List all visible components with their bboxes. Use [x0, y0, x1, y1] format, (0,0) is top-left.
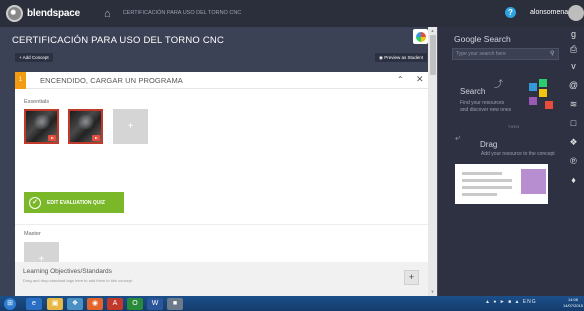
print-icon[interactable]: ⎙ — [568, 44, 579, 55]
concept-title[interactable]: ENCENDIDO, CARGAR UN PROGRAMA — [40, 76, 183, 85]
ie-icon[interactable]: e — [26, 297, 42, 310]
concept-card-header: 1 ENCENDIDO, CARGAR UN PROGRAMA ⌃ ✕ — [15, 72, 428, 89]
lesson-thumbnail-icon — [415, 31, 426, 42]
curved-arrow-back-icon: ⤶ — [455, 132, 461, 142]
resource-thumbnail[interactable] — [68, 109, 103, 144]
lesson-thumbnail[interactable] — [413, 29, 428, 44]
learning-objectives-title: Learning Objectives/Standards — [23, 268, 112, 275]
breadcrumb[interactable]: CERTIFICACIÓN PARA USO DEL TORNO CNC — [123, 10, 242, 17]
start-button-icon[interactable]: ⊞ — [4, 297, 16, 310]
help-icon[interactable]: ? — [505, 7, 516, 18]
logo-mark-icon — [6, 5, 23, 22]
scroll-up-icon[interactable]: ▲ — [429, 28, 436, 33]
hint-drag-text: Add your resource to the concept — [481, 151, 555, 157]
windows-taskbar: ⊞ e ▣ ❖ ◉ A O W ■ ▲ ● ► ■ ▲ ENG 14:06 14… — [0, 296, 584, 311]
video-play-icon — [48, 135, 56, 141]
main-scrollbar[interactable]: ▲ ▼ — [428, 27, 437, 296]
chrome-icon[interactable]: ◉ — [87, 297, 103, 310]
clock-time: 14:06 — [568, 297, 579, 302]
preview-label: Preview as Student — [384, 55, 423, 60]
search-panel: Google Search Type your search here ⚲ Se… — [437, 27, 563, 296]
brand-name: blendspace — [27, 8, 81, 19]
search-icon[interactable]: ⚲ — [550, 49, 554, 59]
main-area: CERTIFICACIÓN PARA USO DEL TORNO CNC + A… — [0, 27, 428, 296]
learning-objectives-bar: Learning Objectives/Standards Drag and d… — [15, 262, 428, 296]
tools-icon[interactable]: ❖ — [67, 297, 83, 310]
app-icon[interactable]: ■ — [167, 297, 183, 310]
word-icon[interactable]: W — [147, 297, 163, 310]
add-concept-button[interactable]: + Add Concept — [15, 53, 53, 62]
breadcrumb-label: CERTIFICACIÓN PARA USO DEL TORNO CNC — [122, 10, 242, 17]
hint-search-text: Find your resources and discover new one… — [460, 100, 511, 113]
link-icon[interactable]: ≋ — [568, 99, 579, 110]
quiz-label: EDIT EVALUATION QUIZ — [47, 199, 105, 206]
clock[interactable]: 14:06 14/07/2015 — [563, 297, 583, 309]
divider — [15, 224, 428, 225]
acrobat-icon[interactable]: A — [107, 297, 123, 310]
home-icon[interactable]: ⌂ — [104, 8, 111, 20]
at-icon[interactable]: @ — [568, 80, 579, 91]
search-placeholder: Type your search here — [456, 51, 506, 57]
hint-drag-title: Drag — [480, 140, 498, 149]
username[interactable]: alonsomena — [530, 9, 568, 16]
learning-objectives-hint: Drag and drop standard tags here to add … — [23, 278, 133, 283]
edmodo-icon[interactable]: ℗ — [568, 156, 579, 167]
search-input[interactable]: Type your search here ⚲ — [452, 48, 559, 60]
essentials-label: Essentials — [24, 99, 50, 105]
add-resource-slot[interactable]: + — [113, 109, 148, 144]
curved-arrow-icon: ⤴ — [494, 79, 504, 89]
blendspace-logo[interactable]: blendspace — [6, 5, 80, 22]
master-label: Master — [24, 231, 41, 237]
tag-icon[interactable]: ♦ — [568, 175, 579, 186]
source-toolbar: g ⎙ v @ ≋ □ ❖ ℗ ♦ — [563, 27, 584, 296]
edit-evaluation-quiz-button[interactable]: ✓ EDIT EVALUATION QUIZ — [24, 192, 124, 213]
chevron-up-icon[interactable]: ⌃ — [397, 75, 404, 84]
add-standard-button[interactable]: + — [404, 270, 419, 285]
hint-search-line: Find your resources — [460, 100, 505, 106]
preview-as-student-button[interactable]: ◉ Preview as Student — [375, 53, 427, 62]
scroll-thumb[interactable] — [429, 35, 436, 75]
vimeo-icon[interactable]: v — [568, 61, 579, 72]
outlook-icon[interactable]: O — [127, 297, 143, 310]
google-icon[interactable]: g — [568, 29, 579, 40]
page-title: CERTIFICACIÓN PARA USO DEL TORNO CNC — [12, 35, 225, 46]
top-bar: blendspace ⌂ CERTIFICACIÓN PARA USO DEL … — [0, 0, 584, 27]
close-icon[interactable]: ✕ — [416, 74, 424, 85]
clock-date: 14/07/2015 — [563, 303, 584, 308]
concept-card: 1 ENCENDIDO, CARGAR UN PROGRAMA ⌃ ✕ Esse… — [15, 72, 428, 296]
avatar[interactable] — [568, 5, 584, 21]
system-tray[interactable]: ▲ ● ► ■ ▲ ENG — [485, 299, 537, 305]
video-play-icon — [92, 135, 100, 141]
language-indicator[interactable]: ENG — [523, 299, 537, 305]
search-panel-title: Google Search — [454, 34, 511, 44]
dropbox-icon[interactable]: ❖ — [568, 137, 579, 148]
folder-icon[interactable]: ▣ — [47, 297, 63, 310]
concept-number-badge: 1 — [15, 72, 26, 89]
file-icon[interactable]: □ — [568, 118, 579, 129]
check-icon: ✓ — [29, 196, 41, 209]
hint-search-line: and discover new ones — [460, 106, 512, 113]
image-placeholder — [521, 169, 546, 194]
hint-search-title: Search — [460, 87, 486, 96]
resource-thumbnail[interactable] — [24, 109, 59, 144]
scroll-down-icon[interactable]: ▼ — [429, 289, 436, 294]
drag-illustration — [455, 164, 548, 204]
hint-then: THEN — [508, 125, 520, 129]
